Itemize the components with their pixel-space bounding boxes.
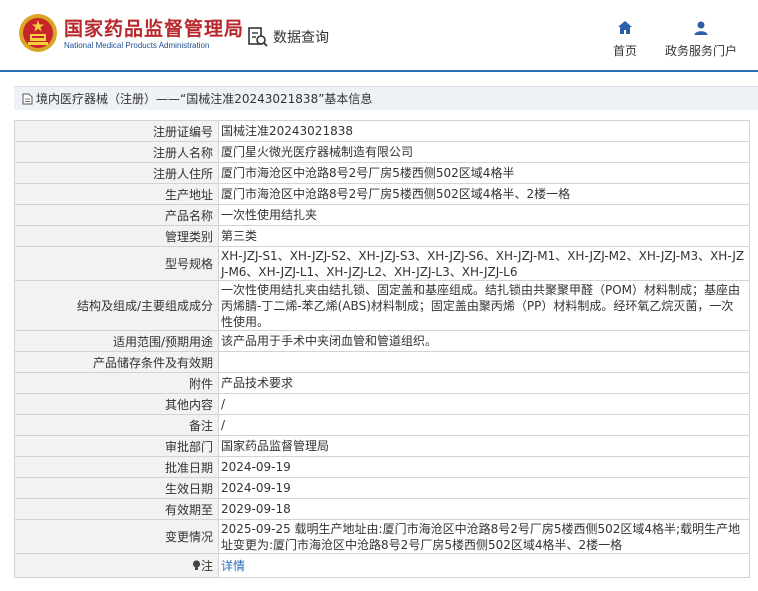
field-value: 国械注准20243021838 <box>218 120 750 142</box>
field-value: / <box>218 393 750 415</box>
document-icon <box>22 93 33 104</box>
field-label: 适用范围/预期用途 <box>14 330 219 352</box>
table-row: 审批部门 国家药品监督管理局 <box>14 435 750 457</box>
nav-service-label: 政务服务门户 <box>664 44 737 58</box>
field-value: 详情 <box>218 553 750 578</box>
table-row: 附件 产品技术要求 <box>14 372 750 394</box>
field-label: 附件 <box>14 372 219 394</box>
field-label: 其他内容 <box>14 393 219 415</box>
table-row: 生产地址 厦门市海沧区中沧路8号2号厂房5楼西侧502区域4格半、2楼一格 <box>14 183 750 205</box>
bulb-icon <box>192 560 201 570</box>
table-row: 结构及组成/主要组成成分 一次性使用结扎夹由结扎锁、固定盖和基座组成。结扎锁由共… <box>14 280 750 331</box>
table-row: 注 详情 <box>14 553 750 578</box>
field-value: 第三类 <box>218 225 750 247</box>
field-value: 国家药品监督管理局 <box>218 435 750 457</box>
field-value: / <box>218 414 750 436</box>
table-row: 适用范围/预期用途 该产品用于手术中夹闭血管和管道组织。 <box>14 330 750 352</box>
field-value: 2024-09-19 <box>218 456 750 478</box>
detail-table: 注册证编号 国械注准20243021838 注册人名称 厦门星火微光医疗器械制造… <box>14 120 750 578</box>
table-row: 生效日期 2024-09-19 <box>14 477 750 499</box>
field-value: 2029-09-18 <box>218 498 750 520</box>
user-icon <box>694 21 708 35</box>
field-value: 一次性使用结扎夹由结扎锁、固定盖和基座组成。结扎锁由共聚聚甲醛（POM）材料制成… <box>218 280 750 331</box>
data-query-link[interactable]: 数据查询 <box>247 25 329 49</box>
data-query-label: 数据查询 <box>273 30 329 46</box>
breadcrumb-text: 境内医疗器械（注册）——“国械注准20243021838”基本信息 <box>36 92 373 106</box>
field-label: 审批部门 <box>14 435 219 457</box>
field-label: 结构及组成/主要组成成分 <box>14 280 219 331</box>
note-label: 注 <box>200 559 213 573</box>
field-label: 备注 <box>14 414 219 436</box>
field-label: 注册人住所 <box>14 162 219 184</box>
table-row: 管理类别 第三类 <box>14 225 750 247</box>
field-value: 该产品用于手术中夹闭血管和管道组织。 <box>218 330 750 352</box>
field-value: 厦门星火微光医疗器械制造有限公司 <box>218 141 750 163</box>
field-value: 厦门市海沧区中沧路8号2号厂房5楼西侧502区域4格半、2楼一格 <box>218 183 750 205</box>
table-row: 注册人名称 厦门星火微光医疗器械制造有限公司 <box>14 141 750 163</box>
breadcrumb: 境内医疗器械（注册）——“国械注准20243021838”基本信息 <box>14 86 758 110</box>
site-title: 国家药品监督管理局 <box>64 18 245 40</box>
nav-service-portal[interactable]: 政务服务门户 <box>660 20 742 59</box>
field-label: 管理类别 <box>14 225 219 247</box>
field-label: 生效日期 <box>14 477 219 499</box>
nav-home-label: 首页 <box>612 44 637 58</box>
table-row: 变更情况 2025-09-25 载明生产地址由:厦门市海沧区中沧路8号2号厂房5… <box>14 519 750 554</box>
site-header: 国家药品监督管理局 National Medical Products Admi… <box>0 0 758 72</box>
table-row: 注册人住所 厦门市海沧区中沧路8号2号厂房5楼西侧502区域4格半 <box>14 162 750 184</box>
field-label: 有效期至 <box>14 498 219 520</box>
field-label: 生产地址 <box>14 183 219 205</box>
field-label: 产品名称 <box>14 204 219 226</box>
document-search-icon <box>248 27 268 47</box>
nav-home[interactable]: 首页 <box>605 20 645 59</box>
field-label: 产品储存条件及有效期 <box>14 351 219 373</box>
field-value: 2025-09-25 载明生产地址由:厦门市海沧区中沧路8号2号厂房5楼西侧50… <box>218 519 750 554</box>
table-row: 备注 / <box>14 414 750 436</box>
field-label: 注册人名称 <box>14 141 219 163</box>
field-value: 2024-09-19 <box>218 477 750 499</box>
site-subtitle: National Medical Products Administration <box>64 41 210 50</box>
field-label: 批准日期 <box>14 456 219 478</box>
table-row: 其他内容 / <box>14 393 750 415</box>
field-label: 型号规格 <box>14 246 219 281</box>
field-label: 注册证编号 <box>14 120 219 142</box>
table-row: 注册证编号 国械注准20243021838 <box>14 120 750 142</box>
field-label: 变更情况 <box>14 519 219 554</box>
field-value: 产品技术要求 <box>218 372 750 394</box>
table-row: 产品储存条件及有效期 <box>14 351 750 373</box>
field-label-note: 注 <box>14 553 219 578</box>
field-value: XH-JZJ-S1、XH-JZJ-S2、XH-JZJ-S3、XH-JZJ-S6、… <box>218 246 750 281</box>
national-emblem-icon <box>19 14 57 52</box>
home-icon <box>618 21 632 34</box>
table-row: 有效期至 2029-09-18 <box>14 498 750 520</box>
table-row: 批准日期 2024-09-19 <box>14 456 750 478</box>
table-row: 产品名称 一次性使用结扎夹 <box>14 204 750 226</box>
field-value: 厦门市海沧区中沧路8号2号厂房5楼西侧502区域4格半 <box>218 162 750 184</box>
field-value <box>218 351 750 373</box>
details-link[interactable]: 详情 <box>221 559 245 573</box>
field-value: 一次性使用结扎夹 <box>218 204 750 226</box>
table-row: 型号规格 XH-JZJ-S1、XH-JZJ-S2、XH-JZJ-S3、XH-JZ… <box>14 246 750 281</box>
